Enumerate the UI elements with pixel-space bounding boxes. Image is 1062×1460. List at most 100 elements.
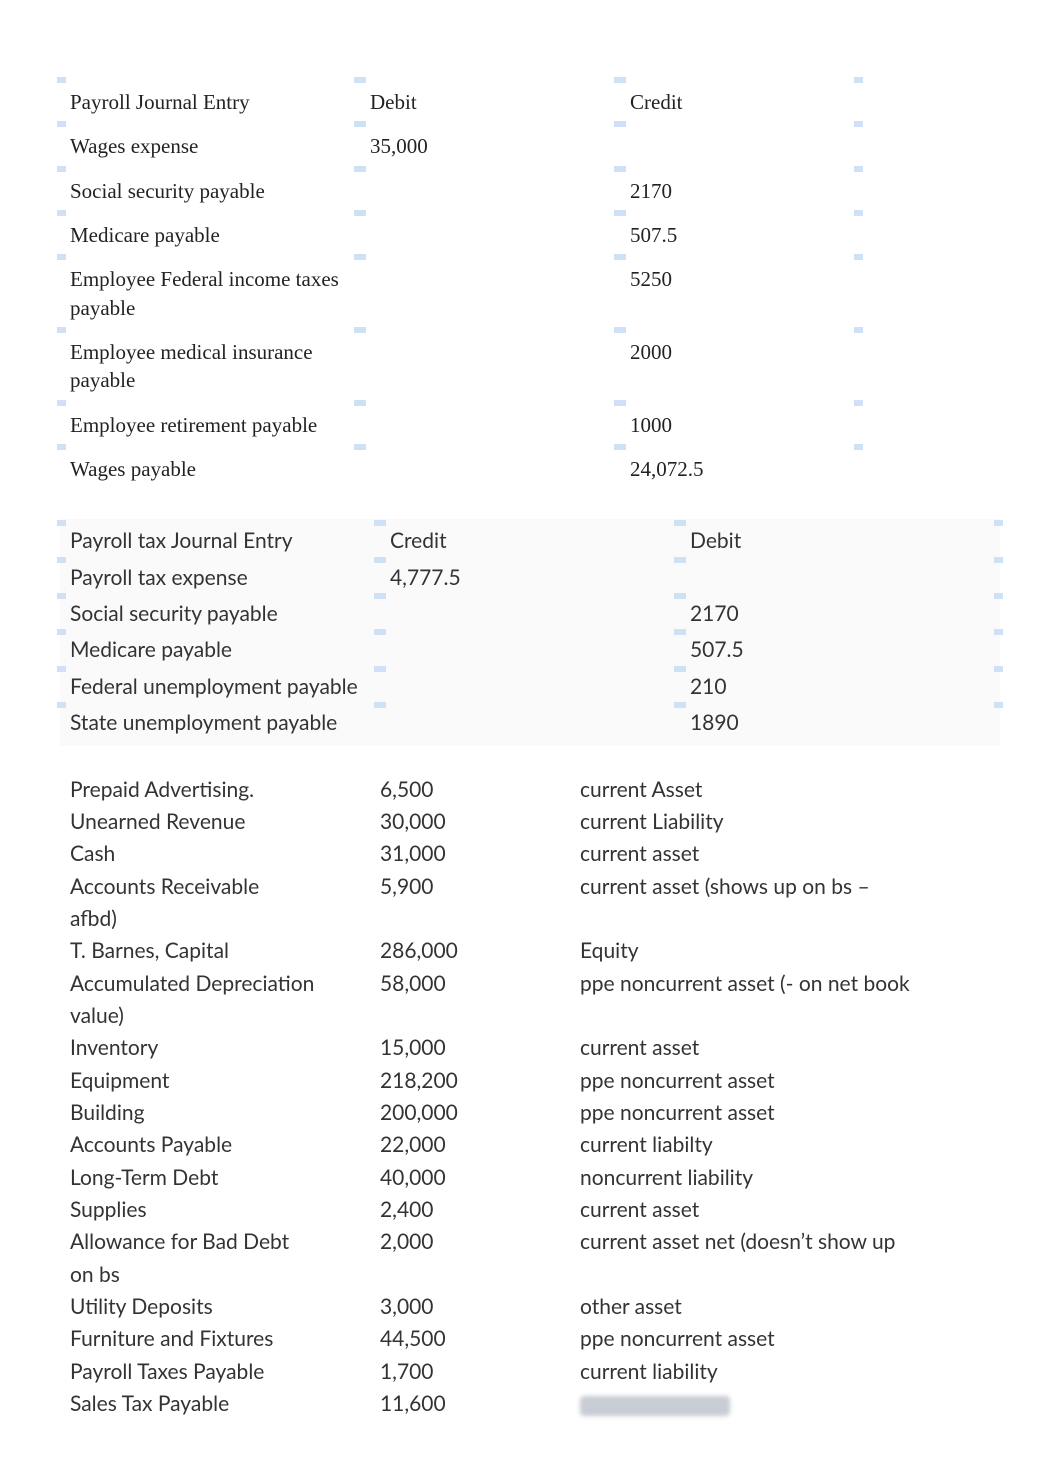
table-row: Federal unemployment payable210 bbox=[60, 669, 1000, 705]
row-col3: 210 bbox=[680, 669, 1000, 705]
account-amount: 200,000 bbox=[370, 1097, 570, 1129]
empty-cell bbox=[570, 1000, 1000, 1032]
row-credit bbox=[620, 124, 860, 168]
table-row: Payroll Taxes Payable1,700current liabil… bbox=[60, 1356, 1000, 1388]
table-row: State unemployment payable 1890 bbox=[60, 705, 1000, 741]
empty-cell bbox=[370, 1000, 570, 1032]
account-name: Cash bbox=[60, 838, 370, 870]
row-label: Social security payable bbox=[60, 169, 360, 213]
account-classification: current liabilty bbox=[570, 1129, 1000, 1161]
row-credit: 2170 bbox=[620, 169, 860, 213]
account-amount: 5,900 bbox=[370, 871, 570, 903]
account-name: Accounts Receivable bbox=[60, 871, 370, 903]
account-name: Equipment bbox=[60, 1065, 370, 1097]
row-col2 bbox=[380, 705, 680, 741]
empty-cell bbox=[570, 903, 1000, 935]
table-row: Social security payable2170 bbox=[60, 596, 1000, 632]
table-row: Cash31,000current asset bbox=[60, 838, 1000, 870]
row-col2 bbox=[380, 632, 680, 668]
account-classification: current asset bbox=[570, 838, 1000, 870]
row-col3: 1890 bbox=[680, 705, 1000, 741]
account-name: Accounts Payable bbox=[60, 1129, 370, 1161]
table-row: Supplies2,400current asset bbox=[60, 1194, 1000, 1226]
table-row: Employee Federal income taxes payable525… bbox=[60, 257, 860, 330]
account-amount: 6,500 bbox=[370, 774, 570, 806]
account-name: Utility Deposits bbox=[60, 1291, 370, 1323]
account-amount: 11,600 bbox=[370, 1388, 570, 1420]
redacted-text bbox=[580, 1396, 730, 1416]
account-classification: current liability bbox=[570, 1356, 1000, 1388]
row-label: State unemployment payable bbox=[60, 705, 380, 741]
table-row: Employee retirement payable1000 bbox=[60, 403, 860, 447]
accounts-classification-table: Prepaid Advertising.6,500current AssetUn… bbox=[60, 774, 1000, 1421]
row-col2 bbox=[380, 596, 680, 632]
account-class-continuation: on bs bbox=[60, 1259, 370, 1291]
account-name: Building bbox=[60, 1097, 370, 1129]
row-label: Social security payable bbox=[60, 596, 380, 632]
account-classification: current asset bbox=[570, 1032, 1000, 1064]
account-name: T. Barnes, Capital bbox=[60, 935, 370, 967]
table-row: Accounts Payable22,000current liabilty bbox=[60, 1129, 1000, 1161]
account-classification: ppe noncurrent asset bbox=[570, 1097, 1000, 1129]
account-amount: 218,200 bbox=[370, 1065, 570, 1097]
account-classification: Equity bbox=[570, 935, 1000, 967]
table-row: Medicare payable507.5 bbox=[60, 632, 1000, 668]
row-credit: 2000 bbox=[620, 330, 860, 403]
row-col3: 507.5 bbox=[680, 632, 1000, 668]
account-amount: 58,000 bbox=[370, 968, 570, 1000]
table-row-continuation: value) bbox=[60, 1000, 1000, 1032]
table-row: Sales Tax Payable11,600 bbox=[60, 1388, 1000, 1420]
account-amount: 44,500 bbox=[370, 1323, 570, 1355]
account-classification: current Liability bbox=[570, 806, 1000, 838]
table-row: Long-Term Debt40,000noncurrent liability bbox=[60, 1162, 1000, 1194]
table-header-row: Payroll Journal Entry Debit Credit bbox=[60, 80, 860, 124]
account-name: Payroll Taxes Payable bbox=[60, 1356, 370, 1388]
account-classification: noncurrent liability bbox=[570, 1162, 1000, 1194]
empty-cell bbox=[570, 1259, 1000, 1291]
table-row: Accounts Receivable5,900current asset (s… bbox=[60, 871, 1000, 903]
account-amount: 15,000 bbox=[370, 1032, 570, 1064]
row-debit bbox=[360, 447, 620, 491]
row-debit bbox=[360, 330, 620, 403]
account-amount: 30,000 bbox=[370, 806, 570, 838]
row-col3 bbox=[680, 560, 1000, 596]
account-classification: current Asset bbox=[570, 774, 1000, 806]
table-header-row: Payroll tax Journal Entry Credit Debit bbox=[60, 523, 1000, 559]
row-credit: 5250 bbox=[620, 257, 860, 330]
account-name: Long-Term Debt bbox=[60, 1162, 370, 1194]
table-row-continuation: afbd) bbox=[60, 903, 1000, 935]
account-classification: other asset bbox=[570, 1291, 1000, 1323]
account-classification: ppe noncurrent asset bbox=[570, 1065, 1000, 1097]
table-row: Payroll tax expense4,777.5 bbox=[60, 560, 1000, 596]
table-row: Unearned Revenue30,000current Liability bbox=[60, 806, 1000, 838]
table-row: Furniture and Fixtures44,500ppe noncurre… bbox=[60, 1323, 1000, 1355]
account-name: Inventory bbox=[60, 1032, 370, 1064]
account-amount: 3,000 bbox=[370, 1291, 570, 1323]
row-credit: 1000 bbox=[620, 403, 860, 447]
header-label: Payroll tax Journal Entry bbox=[60, 523, 380, 559]
payroll-tax-table-wrap: Payroll tax Journal Entry Credit Debit P… bbox=[60, 519, 1000, 745]
row-label: Medicare payable bbox=[60, 213, 360, 257]
empty-cell bbox=[370, 903, 570, 935]
header-credit: Credit bbox=[620, 80, 860, 124]
table-row: Allowance for Bad Debt2,000current asset… bbox=[60, 1226, 1000, 1258]
table-row: Social security payable 2170 bbox=[60, 169, 860, 213]
table-row: Inventory15,000current asset bbox=[60, 1032, 1000, 1064]
account-amount: 40,000 bbox=[370, 1162, 570, 1194]
table-row: Building200,000ppe noncurrent asset bbox=[60, 1097, 1000, 1129]
table-row: T. Barnes, Capital286,000Equity bbox=[60, 935, 1000, 967]
table-row-continuation: on bs bbox=[60, 1259, 1000, 1291]
table-row: Accumulated Depreciation58,000ppe noncur… bbox=[60, 968, 1000, 1000]
row-debit bbox=[360, 403, 620, 447]
row-col2 bbox=[380, 669, 680, 705]
table-row: Wages expense35,000 bbox=[60, 124, 860, 168]
header-credit-col: Credit bbox=[380, 523, 680, 559]
account-name: Furniture and Fixtures bbox=[60, 1323, 370, 1355]
account-name: Sales Tax Payable bbox=[60, 1388, 370, 1420]
account-amount: 2,000 bbox=[370, 1226, 570, 1258]
account-amount: 31,000 bbox=[370, 838, 570, 870]
row-label: Wages expense bbox=[60, 124, 360, 168]
account-name: Prepaid Advertising. bbox=[60, 774, 370, 806]
row-credit: 24,072.5 bbox=[620, 447, 860, 491]
account-amount: 286,000 bbox=[370, 935, 570, 967]
